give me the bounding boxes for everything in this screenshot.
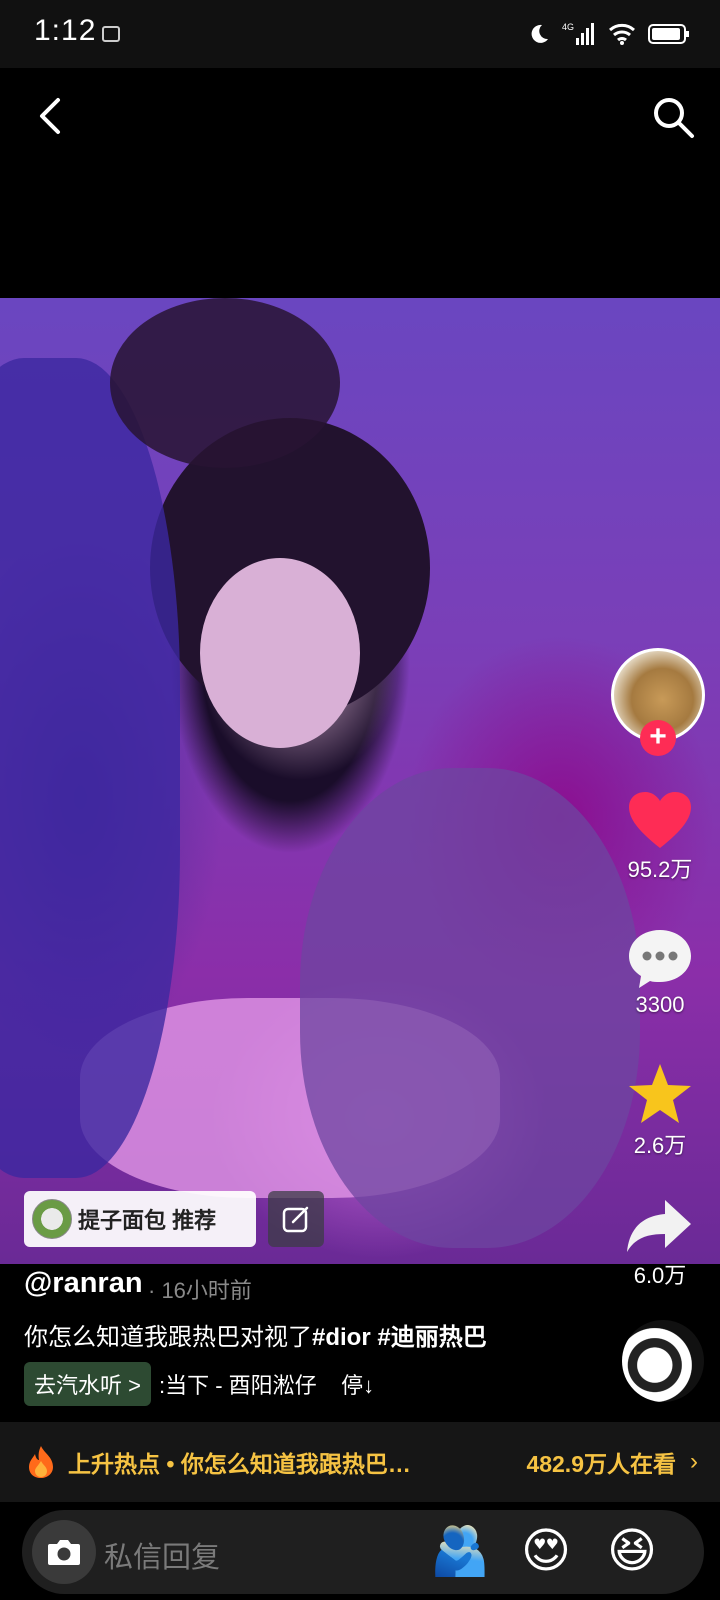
edit-button[interactable] (268, 1191, 324, 1247)
status-time: 1:12 (34, 14, 97, 47)
share-action[interactable]: 6.0万 (610, 1196, 710, 1290)
comment-count: 3300 (635, 992, 685, 1017)
author-avatar-wrap[interactable]: + (611, 648, 705, 756)
post-time: · 16小时前 (148, 1278, 252, 1303)
favorite-count: 2.6万 (633, 1133, 687, 1158)
chevron-left-icon (40, 98, 60, 134)
hashtag-dior[interactable]: #dior (312, 1324, 371, 1351)
reply-placeholder[interactable]: 私信回复 (104, 1534, 220, 1576)
follow-button[interactable]: + (640, 720, 676, 756)
video-figure-body (300, 768, 640, 1248)
emoji-hug-button[interactable]: 🫂 (430, 1522, 490, 1582)
camera-icon (48, 1540, 80, 1565)
heart-icon[interactable] (627, 790, 693, 850)
open-in-qishui-button[interactable]: 去汽水听 > (24, 1362, 151, 1406)
back-button[interactable] (28, 94, 72, 138)
star-icon[interactable] (626, 1062, 694, 1126)
fire-icon (29, 1446, 53, 1478)
camera-button[interactable] (32, 1520, 96, 1584)
reply-field[interactable]: 私信回复 🫂 😍 😆 (22, 1510, 704, 1594)
author-username[interactable]: @ranran (24, 1267, 143, 1300)
music-disc[interactable] (622, 1320, 704, 1402)
music-title[interactable]: :当下 - 酉阳淞仔 停↓ (159, 1368, 374, 1400)
caption-text: 你怎么知道我跟热巴对视了 (24, 1324, 312, 1351)
share-count: 6.0万 (633, 1263, 687, 1288)
favorite-action[interactable]: 2.6万 (610, 1062, 710, 1160)
video-left-person (0, 358, 180, 1178)
hashtag-dilireba[interactable]: #迪丽热巴 (377, 1324, 486, 1351)
svg-text:4G: 4G (562, 22, 574, 32)
share-icon[interactable] (625, 1196, 695, 1256)
status-icons: 4G (528, 18, 690, 50)
recommend-chip[interactable]: 提子面包 推荐 (24, 1191, 256, 1247)
edit-icon (282, 1206, 309, 1233)
recommender-avatar (32, 1199, 72, 1239)
video-caption[interactable]: 你怎么知道我跟热巴对视了#dior #迪丽热巴 (24, 1317, 487, 1352)
search-icon (654, 98, 694, 138)
emoji-heart-eyes-button[interactable]: 😍 (516, 1522, 576, 1582)
like-action[interactable]: 95.2万 (610, 790, 710, 884)
chevron-right-icon: › (690, 1448, 698, 1475)
comment-icon[interactable] (627, 928, 693, 990)
notification-icon (102, 26, 120, 42)
video-background-figure (110, 298, 340, 468)
music-row[interactable]: 去汽水听 > :当下 - 酉阳淞仔 停↓ (24, 1362, 374, 1406)
battery-icon (648, 24, 689, 44)
emoji-laugh-button[interactable]: 😆 (602, 1522, 662, 1582)
hot-topic-viewers: 482.9万人在看 (526, 1451, 676, 1477)
wifi-icon (609, 23, 635, 45)
comment-action[interactable]: 3300 (610, 928, 710, 1018)
recommend-label: 提子面包 推荐 (78, 1208, 217, 1233)
hot-topic-bar[interactable]: 上升热点 • 你怎么知道我跟热巴… 482.9万人在看 › (0, 1422, 720, 1502)
like-count: 95.2万 (627, 857, 693, 882)
status-bar: 1:12 4G (0, 0, 720, 68)
hot-topic-label: 上升热点 • 你怎么知道我跟热巴… (68, 1451, 411, 1477)
video-figure-face (200, 558, 360, 748)
search-button[interactable] (650, 94, 696, 140)
reply-bar: 私信回复 🫂 😍 😆 (0, 1502, 720, 1600)
top-nav (0, 68, 720, 298)
signal-icon: 4G (562, 22, 594, 45)
moon-icon (531, 24, 548, 43)
